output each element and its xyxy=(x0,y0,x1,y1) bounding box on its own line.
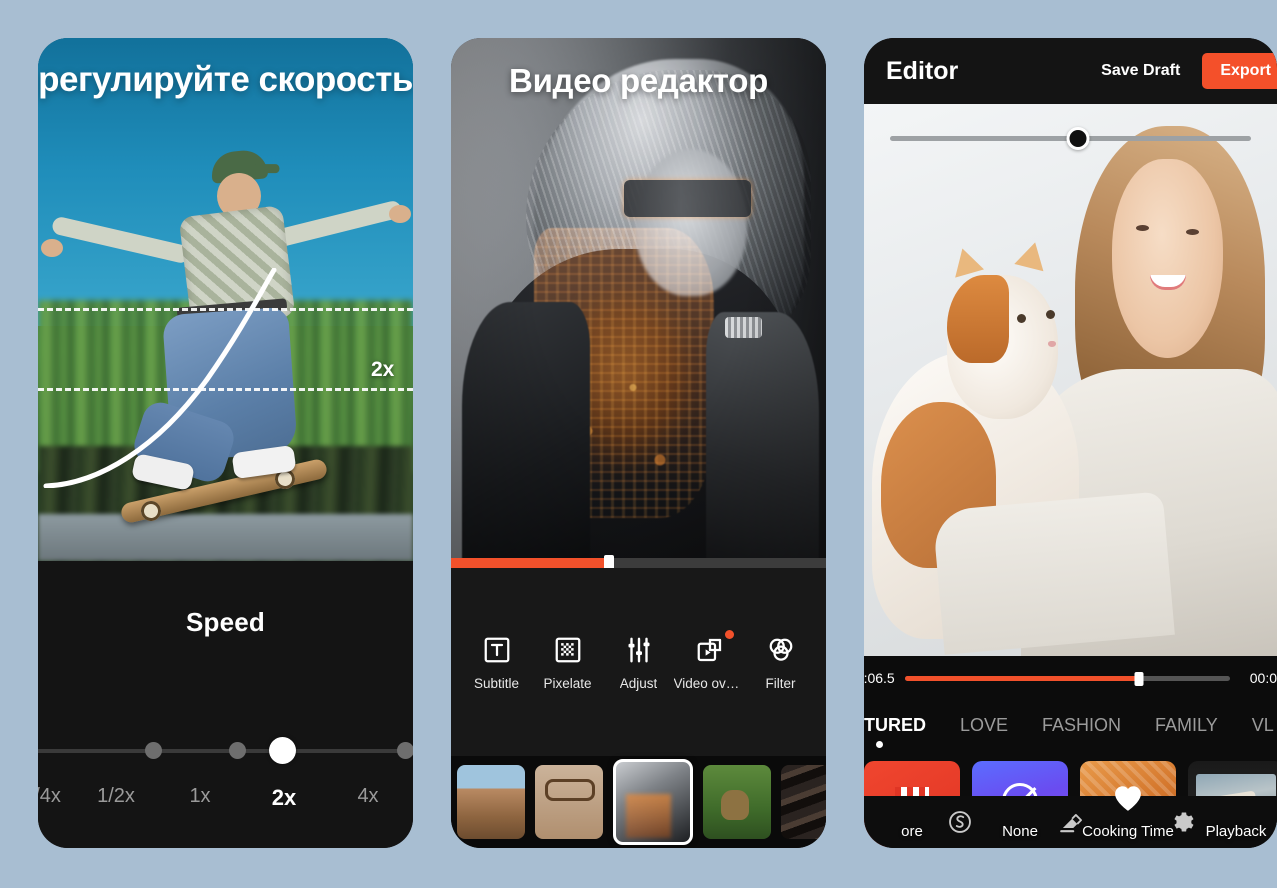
cat-eye-left xyxy=(1016,313,1026,323)
tool-label-filter: Filter xyxy=(765,676,796,691)
subtitle-icon xyxy=(484,637,509,663)
tab-fashion[interactable]: FASHION xyxy=(1042,715,1121,736)
phone-panel-video-editor: Видео редактор Subtitle Pixelate Adjust … xyxy=(451,38,826,848)
filter-label-cooking-time: Cooking Time xyxy=(1082,823,1174,840)
video-progress-bar[interactable] xyxy=(451,555,826,572)
adjust-icon xyxy=(628,637,649,663)
tool-label-video-overlay: Video ove… xyxy=(673,676,746,691)
timeline-total-time: 00:0 xyxy=(1249,670,1277,686)
tool-label-adjust: Adjust xyxy=(619,676,658,691)
speed-label-4x[interactable]: 4x xyxy=(357,785,378,808)
tool-label-pixelate: Pixelate xyxy=(543,676,592,691)
speed-label-quarter[interactable]: 1/4x xyxy=(38,785,61,808)
heart-icon xyxy=(1115,786,1141,811)
tool-adjust[interactable]: Adjust xyxy=(605,635,673,691)
timeline-knob[interactable] xyxy=(1134,671,1144,686)
screenshot-stage: 2x регулируйте скорость Speed 1/4x 1/2x … xyxy=(0,0,1277,888)
speed-curve-overlay: 2x xyxy=(38,38,413,561)
filter-label-store: ore xyxy=(901,823,923,840)
globe-icon[interactable] xyxy=(947,809,973,835)
panel-headline-speed: регулируйте скорость xyxy=(38,60,413,99)
phone-panel-editor-filters: Editor Save Draft Export 06.5 00:0 TURED… xyxy=(864,38,1277,848)
editor-header: Editor Save Draft Export xyxy=(864,38,1277,104)
filter-label-playback: Playback xyxy=(1205,823,1267,840)
speed-stop-half[interactable] xyxy=(145,742,162,759)
tab-vlog[interactable]: VL xyxy=(1252,715,1274,736)
speed-labels: 1/4x 1/2x 1x 2x 4x xyxy=(38,785,413,815)
page-title: Editor xyxy=(886,56,959,85)
clip-thumbnail[interactable] xyxy=(781,765,826,839)
preview-trim-slider[interactable] xyxy=(890,127,1251,150)
export-button[interactable]: Export xyxy=(1202,53,1277,89)
tab-family[interactable]: FAMILY xyxy=(1155,715,1218,736)
speed-slider[interactable]: 1/4x 1/2x 1x 2x 4x xyxy=(38,731,413,810)
save-draft-button[interactable]: Save Draft xyxy=(1101,62,1180,80)
speed-stop-1x[interactable] xyxy=(229,742,246,759)
speed-control-panel: Speed 1/4x 1/2x 1x 2x 4x xyxy=(38,561,413,848)
speed-curve-path xyxy=(43,268,277,488)
filter-label-none: None xyxy=(1002,823,1038,840)
tool-pixelate[interactable]: Pixelate xyxy=(534,635,602,691)
speed-section-title: Speed xyxy=(185,607,266,637)
speed-label-1x[interactable]: 1x xyxy=(189,785,210,808)
video-overlay-icon xyxy=(697,638,721,662)
speed-label-half[interactable]: 1/2x xyxy=(97,785,135,808)
preview-trim-knob[interactable] xyxy=(1066,127,1090,150)
filter-category-tabs: TURED LOVE FASHION FAMILY VL xyxy=(864,702,1277,748)
filter-icon xyxy=(769,638,792,661)
tool-subtitle[interactable]: Subtitle xyxy=(463,635,531,691)
timeline-fill xyxy=(904,675,1139,681)
clip-thumbnail-strip[interactable] xyxy=(451,756,826,848)
timeline-track[interactable] xyxy=(904,671,1230,686)
photo-vignette xyxy=(451,38,826,565)
double-exposure-photo: Видео редактор xyxy=(451,38,826,565)
woman-arm xyxy=(932,491,1176,655)
tool-filter[interactable]: Filter xyxy=(747,635,815,691)
eraser-icon[interactable] xyxy=(1058,809,1084,835)
clip-thumbnail[interactable] xyxy=(457,765,525,839)
speed-curve-label: 2x xyxy=(371,358,395,381)
clip-thumbnail-selected[interactable] xyxy=(613,759,693,845)
speed-stop-2x[interactable] xyxy=(269,737,296,764)
phone-panel-speed: 2x регулируйте скорость Speed 1/4x 1/2x … xyxy=(38,38,413,848)
woman-eye-right xyxy=(1185,228,1199,235)
tab-featured[interactable]: TURED xyxy=(864,715,926,748)
clip-thumbnail[interactable] xyxy=(535,765,603,839)
video-progress-fill xyxy=(451,558,609,568)
speed-label-2x[interactable]: 2x xyxy=(272,785,296,811)
video-preview xyxy=(864,104,1277,656)
editor-toolbar: Subtitle Pixelate Adjust Video ove… Filt… xyxy=(451,568,826,758)
speed-slider-track[interactable] xyxy=(38,749,413,753)
timeline-bar: 00:06.5 00:0 xyxy=(864,656,1277,700)
tab-love[interactable]: LOVE xyxy=(960,715,1008,736)
speed-stop-4x[interactable] xyxy=(397,742,413,759)
pixelate-icon xyxy=(555,637,580,663)
video-overlay-badge xyxy=(724,630,734,639)
tool-video-overlay[interactable]: Video ove… xyxy=(673,630,746,691)
timeline-current-time: 00:06.5 xyxy=(864,670,895,686)
tool-label-subtitle: Subtitle xyxy=(473,676,520,691)
skateboard-photo: 2x регулируйте скорость xyxy=(38,38,413,561)
woman-face xyxy=(1111,159,1224,358)
panel-headline-editor: Видео редактор xyxy=(509,62,768,99)
clip-thumbnail[interactable] xyxy=(703,765,771,839)
